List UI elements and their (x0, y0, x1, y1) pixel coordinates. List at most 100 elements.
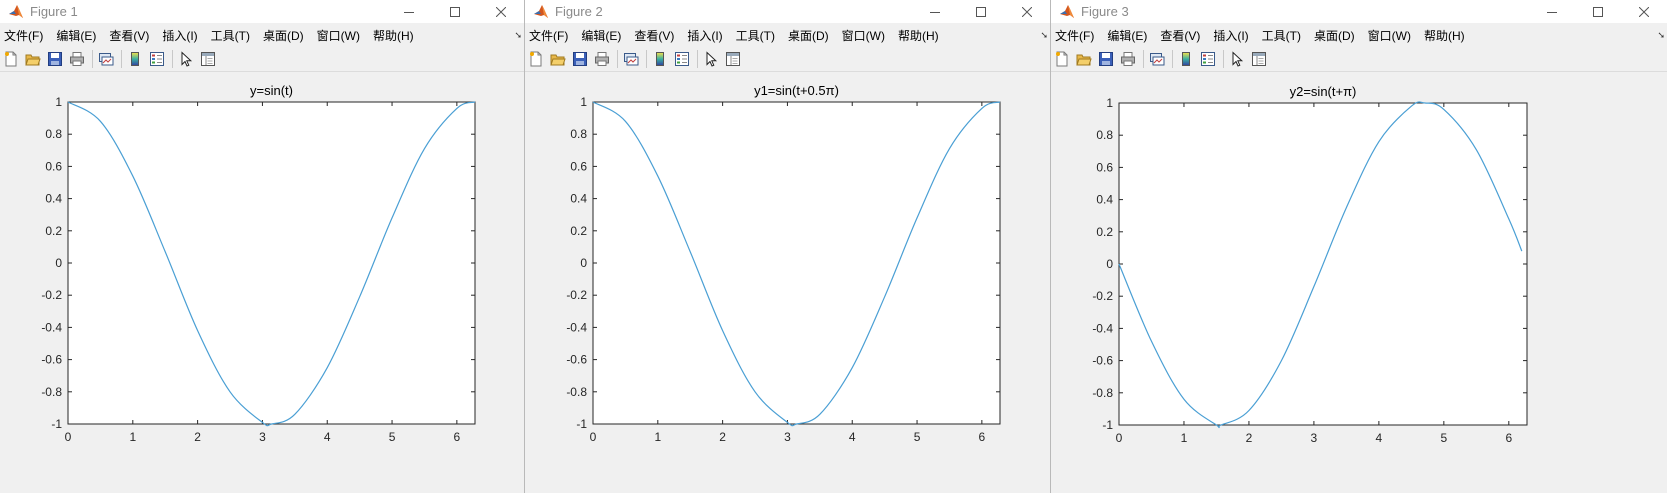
open-folder-button[interactable] (549, 50, 567, 68)
menu-item[interactable]: 插入(I) (162, 27, 197, 44)
new-file-button[interactable] (2, 50, 20, 68)
link-plot-button[interactable] (1148, 50, 1166, 68)
menu-item[interactable]: 桌面(D) (1314, 27, 1355, 44)
minimize-icon (1547, 7, 1557, 17)
pointer-button[interactable] (177, 50, 195, 68)
property-editor-button[interactable] (1250, 50, 1268, 68)
pointer-icon (1229, 51, 1245, 67)
title-bar[interactable]: Figure 1 (0, 0, 524, 23)
menu-overflow-arrow-icon[interactable]: ➘ (1040, 30, 1048, 41)
menu-item[interactable]: 查看(V) (109, 27, 149, 44)
menu-item[interactable]: 帮助(H) (373, 27, 414, 44)
legend-button[interactable] (1199, 50, 1217, 68)
menu-item[interactable]: 窗口(W) (317, 27, 360, 44)
menu-item[interactable]: 帮助(H) (1424, 27, 1465, 44)
y-tick-label: 0.4 (1096, 193, 1113, 207)
menu-item[interactable]: 插入(I) (1213, 27, 1248, 44)
print-button[interactable] (593, 50, 611, 68)
minimize-button[interactable] (386, 0, 432, 23)
menu-item[interactable]: 文件(F) (4, 27, 43, 44)
menu-item[interactable]: 插入(I) (687, 27, 722, 44)
close-icon (1639, 6, 1649, 17)
legend-button[interactable] (148, 50, 166, 68)
menu-bar: 文件(F) 编辑(E) 查看(V) 插入(I) 工具(T) 桌面(D) 窗口(W) 帮助(H)… (1051, 23, 1667, 47)
menu-item[interactable]: 查看(V) (1160, 27, 1200, 44)
chart-title: y1=sin(t+0.5π) (754, 83, 839, 98)
menu-overflow-arrow-icon[interactable]: ➘ (1657, 30, 1665, 41)
x-tick-label: 3 (784, 430, 791, 444)
print-icon (1120, 51, 1136, 67)
toolbar-separator (172, 50, 173, 68)
open-folder-button[interactable] (24, 50, 42, 68)
menu-item[interactable]: 编辑(E) (1107, 27, 1147, 44)
y-tick-label: -0.6 (566, 353, 587, 367)
minimize-button[interactable] (912, 0, 958, 23)
save-icon (1098, 51, 1114, 67)
close-button[interactable] (1004, 0, 1050, 23)
link-plot-button[interactable] (97, 50, 115, 68)
x-tick-label: 2 (1246, 431, 1253, 445)
minimize-icon (930, 7, 940, 17)
print-button[interactable] (68, 50, 86, 68)
menu-item[interactable]: 编辑(E) (56, 27, 96, 44)
y-tick-label: 0.6 (1096, 160, 1113, 174)
property-editor-button[interactable] (199, 50, 217, 68)
menu-item[interactable]: 桌面(D) (263, 27, 304, 44)
pointer-button[interactable] (702, 50, 720, 68)
save-button[interactable] (1097, 50, 1115, 68)
save-button[interactable] (571, 50, 589, 68)
y-tick-label: 0.2 (1096, 225, 1113, 239)
maximize-button[interactable] (958, 0, 1004, 23)
y-tick-label: -0.2 (41, 288, 62, 302)
open-folder-icon (1076, 51, 1092, 67)
title-bar[interactable]: Figure 2 (525, 0, 1050, 23)
menu-item[interactable]: 帮助(H) (898, 27, 939, 44)
menu-item[interactable]: 查看(V) (634, 27, 674, 44)
menu-item[interactable]: 工具(T) (736, 27, 775, 44)
toolbar-separator (646, 50, 647, 68)
x-tick-label: 5 (1440, 431, 1447, 445)
menu-item[interactable]: 编辑(E) (581, 27, 621, 44)
axes-box[interactable] (592, 101, 1001, 425)
menu-item[interactable]: 工具(T) (211, 27, 250, 44)
print-button[interactable] (1119, 50, 1137, 68)
colorbar-button[interactable] (126, 50, 144, 68)
axes-box[interactable] (67, 101, 476, 425)
new-file-button[interactable] (527, 50, 545, 68)
menu-item[interactable]: 文件(F) (529, 27, 568, 44)
toolbar-separator (92, 50, 93, 68)
x-tick-label: 4 (324, 430, 331, 444)
open-folder-button[interactable] (1075, 50, 1093, 68)
menu-item[interactable]: 窗口(W) (1368, 27, 1411, 44)
colorbar-button[interactable] (651, 50, 669, 68)
new-file-button[interactable] (1053, 50, 1071, 68)
y-tick-label: -1 (51, 417, 62, 431)
pointer-button[interactable] (1228, 50, 1246, 68)
menu-item[interactable]: 文件(F) (1055, 27, 1094, 44)
save-button[interactable] (46, 50, 64, 68)
close-button[interactable] (478, 0, 524, 23)
close-button[interactable] (1621, 0, 1667, 23)
chart-title: y2=sin(t+π) (1290, 84, 1357, 99)
legend-icon (674, 51, 690, 67)
legend-button[interactable] (673, 50, 691, 68)
menu-overflow-arrow-icon[interactable]: ➘ (514, 30, 522, 41)
minimize-button[interactable] (1529, 0, 1575, 23)
x-tick-label: 0 (590, 430, 597, 444)
menu-item[interactable]: 桌面(D) (788, 27, 829, 44)
colorbar-button[interactable] (1177, 50, 1195, 68)
property-editor-button[interactable] (724, 50, 742, 68)
title-bar[interactable]: Figure 3 (1051, 0, 1667, 23)
figure-window-2: Figure 2 文件(F) 编辑(E) 查看(V) 插入(I) 工具(T) 桌面(D) 窗口… (524, 0, 1050, 493)
window-title: Figure 3 (1081, 4, 1129, 19)
colorbar-icon (652, 51, 668, 67)
menu-item[interactable]: 窗口(W) (842, 27, 885, 44)
plot-area: y=sin(t) 0 1 2 3 4 5 6 -1 -0.8 -0.6 -0.4 -0.2 0 0.2 0.4… (0, 72, 524, 493)
menu-item[interactable]: 工具(T) (1262, 27, 1301, 44)
y-tick-label: -0.8 (41, 385, 62, 399)
x-tick-label: 1 (129, 430, 136, 444)
link-plot-button[interactable] (622, 50, 640, 68)
maximize-button[interactable] (432, 0, 478, 23)
print-icon (69, 51, 85, 67)
maximize-button[interactable] (1575, 0, 1621, 23)
